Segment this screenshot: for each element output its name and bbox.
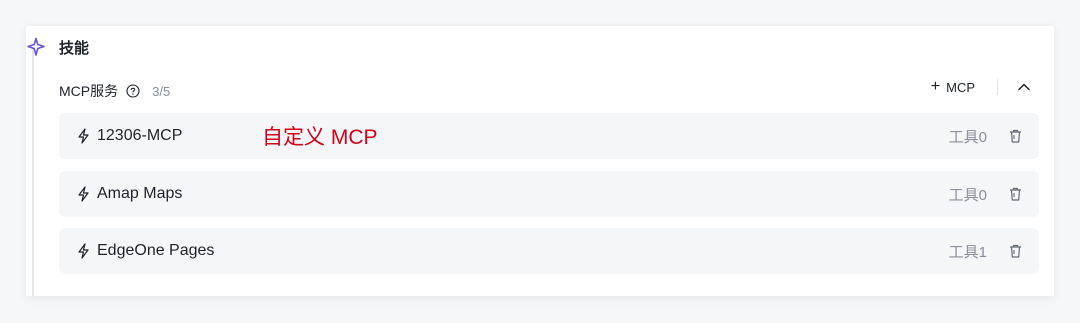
mcp-service-title: MCP服务: [59, 83, 119, 99]
add-mcp-button[interactable]: + MCP: [931, 78, 975, 96]
mcp-name: EdgeOne Pages: [97, 242, 215, 259]
tool-count: 工具0: [948, 186, 987, 204]
mcp-name: Amap Maps: [97, 185, 183, 202]
trash-icon[interactable]: [1008, 128, 1023, 144]
mcp-count: 3/5: [152, 83, 171, 99]
divider: [997, 79, 998, 95]
chevron-up-icon[interactable]: [1016, 79, 1032, 95]
mcp-row[interactable]: EdgeOne Pages 工具1: [59, 228, 1039, 274]
bolt-icon: [76, 243, 91, 259]
plus-icon: +: [930, 78, 941, 95]
sparkle-icon: [26, 37, 46, 57]
help-circle-icon[interactable]: [126, 84, 140, 98]
trash-icon[interactable]: [1008, 186, 1023, 202]
mcp-row[interactable]: 12306-MCP 自定义 MCP 工具0: [59, 113, 1039, 159]
mcp-header-actions: + MCP: [931, 78, 1032, 96]
tool-count: 工具0: [948, 128, 987, 146]
custom-mcp-annotation: 自定义 MCP: [262, 126, 378, 149]
bolt-icon: [76, 128, 91, 144]
skills-title: 技能: [59, 40, 90, 57]
trash-icon[interactable]: [1008, 243, 1023, 259]
mcp-row[interactable]: Amap Maps 工具0: [59, 171, 1039, 217]
add-mcp-label: MCP: [946, 79, 975, 95]
bolt-icon: [76, 186, 91, 202]
skills-card: 技能 MCP服务 3/5 + MCP 12306-MCP 自定义 MCP 工具0…: [26, 26, 1054, 296]
mcp-name: 12306-MCP: [97, 127, 183, 144]
mcp-service-header: MCP服务 3/5: [59, 81, 170, 101]
tool-count: 工具1: [948, 243, 987, 261]
section-rail: [32, 48, 34, 296]
